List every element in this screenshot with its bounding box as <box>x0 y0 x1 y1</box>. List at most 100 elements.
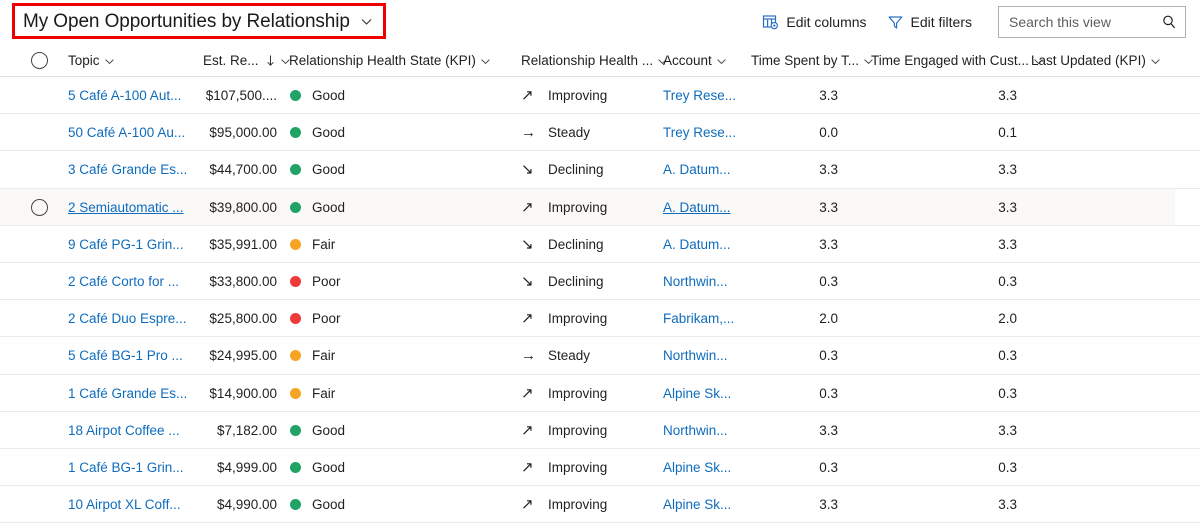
cell-account[interactable]: Trey Rese... <box>663 114 743 151</box>
account-link[interactable]: A. Datum... <box>663 200 731 215</box>
table-row[interactable]: 2 Semiautomatic ...$39,800.00Good↗Improv… <box>0 189 1200 226</box>
topic-link[interactable]: 3 Café Grande Es... <box>68 162 187 177</box>
radio-circle-icon[interactable] <box>31 87 48 104</box>
table-row[interactable]: 1 Café BG-1 Grin...$4,999.00Good↗Improvi… <box>0 449 1200 486</box>
cell-account[interactable]: Northwin... <box>663 412 743 449</box>
cell-account[interactable]: A. Datum... <box>663 226 743 263</box>
cell-topic[interactable]: 2 Café Duo Espre... <box>68 300 198 337</box>
account-link[interactable]: Alpine Sk... <box>663 386 731 401</box>
column-header-relationship-health-trend[interactable]: Relationship Health ... <box>521 44 668 77</box>
cell-account[interactable]: Alpine Sk... <box>663 486 743 523</box>
radio-circle-icon[interactable] <box>31 347 48 364</box>
topic-link[interactable]: 5 Café BG-1 Pro ... <box>68 348 183 363</box>
radio-circle-icon[interactable] <box>31 496 48 513</box>
radio-circle-icon[interactable] <box>31 273 48 290</box>
health-trend-value: Improving <box>548 386 607 401</box>
radio-circle-icon[interactable] <box>31 199 48 216</box>
column-header-est-revenue[interactable]: Est. Re... <box>203 44 291 77</box>
radio-circle-icon[interactable] <box>31 385 48 402</box>
chevron-down-icon[interactable] <box>716 55 727 66</box>
cell-topic[interactable]: 1 Café Grande Es... <box>68 375 198 412</box>
topic-link[interactable]: 5 Café A-100 Aut... <box>68 88 181 103</box>
cell-time-spent: 3.3 <box>751 226 838 263</box>
cell-topic[interactable]: 18 Airpot Coffee ... <box>68 412 198 449</box>
cell-account[interactable]: Fabrikam,... <box>663 300 743 337</box>
cell-topic[interactable]: 2 Café Corto for ... <box>68 263 198 300</box>
chevron-down-icon[interactable] <box>360 15 373 28</box>
topic-link[interactable]: 18 Airpot Coffee ... <box>68 423 180 438</box>
topic-link[interactable]: 10 Airpot XL Coff... <box>68 497 181 512</box>
chevron-down-icon[interactable] <box>480 55 491 66</box>
radio-circle-icon[interactable] <box>31 124 48 141</box>
chevron-down-icon[interactable] <box>1150 55 1161 66</box>
column-header-last-updated[interactable]: Last Updated (KPI) <box>1031 44 1161 77</box>
account-link[interactable]: Trey Rese... <box>663 125 736 140</box>
cell-topic[interactable]: 50 Café A-100 Au... <box>68 114 198 151</box>
cell-topic[interactable]: 1 Café BG-1 Grin... <box>68 449 198 486</box>
table-row[interactable]: 50 Café A-100 Au...$95,000.00Good→Steady… <box>0 114 1200 151</box>
table-row[interactable]: 10 Airpot XL Coff...$4,990.00Good↗Improv… <box>0 486 1200 523</box>
topic-link[interactable]: 9 Café PG-1 Grin... <box>68 237 184 252</box>
table-row[interactable]: 2 Café Duo Espre...$25,800.00Poor↗Improv… <box>0 300 1200 337</box>
cell-time-spent: 0.3 <box>751 375 838 412</box>
table-row[interactable]: 3 Café Grande Es...$44,700.00Good↘Declin… <box>0 151 1200 188</box>
cell-topic[interactable]: 5 Café BG-1 Pro ... <box>68 337 198 374</box>
account-link[interactable]: Northwin... <box>663 274 728 289</box>
account-link[interactable]: Northwin... <box>663 348 728 363</box>
cell-topic[interactable]: 2 Semiautomatic ... <box>68 189 198 226</box>
topic-link[interactable]: 2 Semiautomatic ... <box>68 200 184 215</box>
account-link[interactable]: Alpine Sk... <box>663 460 731 475</box>
cell-topic[interactable]: 3 Café Grande Es... <box>68 151 198 188</box>
edit-filters-button[interactable]: Edit filters <box>877 6 982 38</box>
cell-account[interactable]: Trey Rese... <box>663 77 743 114</box>
cell-health-state: Poor <box>290 300 510 337</box>
radio-circle-icon[interactable] <box>31 161 48 178</box>
radio-circle-icon[interactable] <box>31 52 48 69</box>
account-link[interactable]: Northwin... <box>663 423 728 438</box>
select-all-rows-toggle[interactable] <box>31 44 48 77</box>
cell-account[interactable]: Northwin... <box>663 263 743 300</box>
radio-circle-icon[interactable] <box>31 310 48 327</box>
topic-link[interactable]: 1 Café BG-1 Grin... <box>68 460 184 475</box>
account-link[interactable]: A. Datum... <box>663 237 731 252</box>
cell-topic[interactable]: 5 Café A-100 Aut... <box>68 77 198 114</box>
table-row[interactable]: 9 Café PG-1 Grin...$35,991.00Fair↘Declin… <box>0 226 1200 263</box>
account-link[interactable]: Alpine Sk... <box>663 497 731 512</box>
table-row[interactable]: 5 Café BG-1 Pro ...$24,995.00Fair→Steady… <box>0 337 1200 374</box>
column-header-topic[interactable]: Topic <box>68 44 115 77</box>
radio-circle-icon[interactable] <box>31 459 48 476</box>
cell-topic[interactable]: 9 Café PG-1 Grin... <box>68 226 198 263</box>
column-header-time-engaged[interactable]: Time Engaged with Cust... <box>871 44 1044 77</box>
filter-icon <box>887 14 904 31</box>
cell-topic[interactable]: 10 Airpot XL Coff... <box>68 486 198 523</box>
table-row[interactable]: 18 Airpot Coffee ...$7,182.00Good↗Improv… <box>0 412 1200 449</box>
radio-circle-icon[interactable] <box>31 422 48 439</box>
table-row[interactable]: 1 Café Grande Es...$14,900.00Fair↗Improv… <box>0 375 1200 412</box>
table-row[interactable]: 2 Café Corto for ...$33,800.00Poor↘Decli… <box>0 263 1200 300</box>
radio-circle-icon[interactable] <box>31 236 48 253</box>
chevron-down-icon[interactable] <box>104 55 115 66</box>
search-icon[interactable] <box>1161 14 1177 30</box>
column-header-time-spent[interactable]: Time Spent by T... <box>751 44 874 77</box>
topic-link[interactable]: 2 Café Duo Espre... <box>68 311 187 326</box>
view-selector[interactable]: My Open Opportunities by Relationship <box>12 3 386 39</box>
account-link[interactable]: Trey Rese... <box>663 88 736 103</box>
topic-link[interactable]: 2 Café Corto for ... <box>68 274 179 289</box>
cell-health-trend: →Steady <box>521 337 656 374</box>
cell-account[interactable]: A. Datum... <box>663 189 743 226</box>
account-link[interactable]: A. Datum... <box>663 162 731 177</box>
edit-columns-button[interactable]: Edit columns <box>752 6 876 38</box>
cell-account[interactable]: Northwin... <box>663 337 743 374</box>
topic-link[interactable]: 50 Café A-100 Au... <box>68 125 185 140</box>
cell-account[interactable]: A. Datum... <box>663 151 743 188</box>
account-link[interactable]: Fabrikam,... <box>663 311 734 326</box>
column-header-account[interactable]: Account <box>663 44 727 77</box>
cell-account[interactable]: Alpine Sk... <box>663 449 743 486</box>
row-select-toggle[interactable] <box>31 189 48 226</box>
column-header-relationship-health-state[interactable]: Relationship Health State (KPI) <box>289 44 491 77</box>
search-box[interactable] <box>998 6 1186 38</box>
table-row[interactable]: 5 Café A-100 Aut...$107,500....Good↗Impr… <box>0 77 1200 114</box>
cell-account[interactable]: Alpine Sk... <box>663 375 743 412</box>
topic-link[interactable]: 1 Café Grande Es... <box>68 386 187 401</box>
search-input[interactable] <box>1009 14 1161 30</box>
